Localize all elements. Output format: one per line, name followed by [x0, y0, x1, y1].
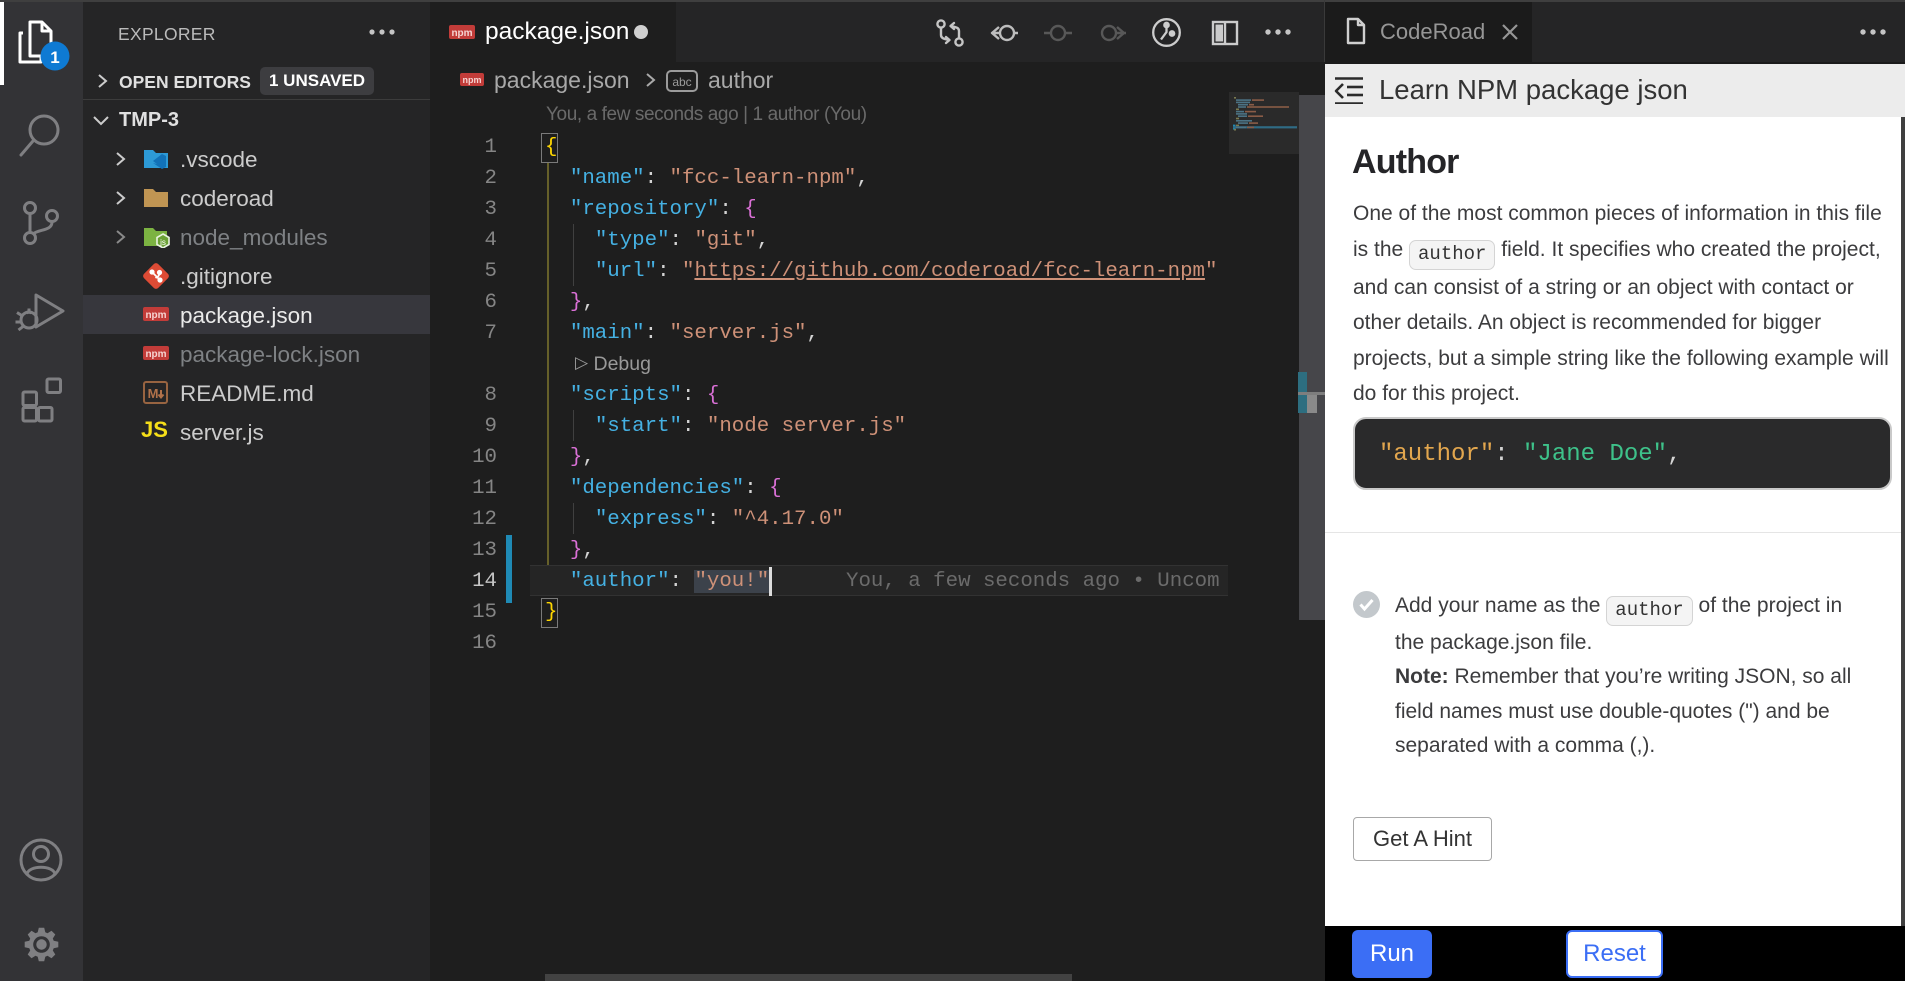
svg-text:npm: npm — [451, 28, 472, 39]
svg-text:js: js — [159, 238, 166, 247]
svg-text:M: M — [148, 386, 159, 401]
svg-text:1: 1 — [50, 48, 59, 67]
svg-text:npm: npm — [463, 75, 482, 85]
svg-text:abc: abc — [672, 75, 691, 89]
svg-text:npm: npm — [145, 310, 166, 321]
svg-text:npm: npm — [145, 349, 166, 360]
